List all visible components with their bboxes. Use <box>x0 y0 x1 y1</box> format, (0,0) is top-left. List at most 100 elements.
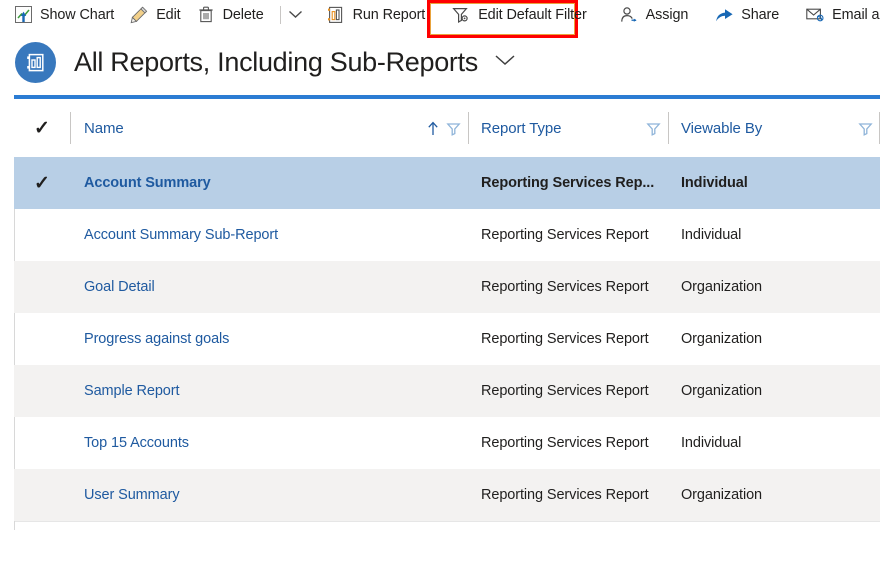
report-name-link[interactable]: Goal Detail <box>84 279 155 295</box>
report-name-link[interactable]: Progress against goals <box>84 331 229 347</box>
report-type-value: Reporting Services Report <box>481 227 649 243</box>
run-report-button[interactable]: Run Report <box>320 1 435 29</box>
table-row[interactable]: User Summary Reporting Services Report O… <box>14 469 880 521</box>
report-name-link[interactable]: Sample Report <box>84 383 179 399</box>
viewable-by-value: Organization <box>681 331 762 347</box>
grid-header-row: ✓ Name Report Type <box>14 99 880 157</box>
cell-name[interactable]: Sample Report <box>70 365 468 417</box>
report-name-link[interactable]: User Summary <box>84 487 179 503</box>
show-chart-button[interactable]: Show Chart <box>7 1 123 29</box>
report-name-link[interactable]: Account Summary <box>84 175 211 191</box>
column-header-name[interactable]: Name <box>70 99 468 157</box>
filter-icon[interactable] <box>446 121 461 136</box>
cell-name[interactable]: Account Summary Sub-Report <box>70 209 468 261</box>
viewable-by-value: Organization <box>681 383 762 399</box>
cell-report-type: Reporting Services Rep... <box>468 157 668 209</box>
filter-icon[interactable] <box>858 121 873 136</box>
cell-name[interactable]: Progress against goals <box>70 313 468 365</box>
report-type-value: Reporting Services Report <box>481 435 649 451</box>
column-header-name-label: Name <box>84 120 124 137</box>
cell-report-type: Reporting Services Report <box>468 417 668 469</box>
table-row[interactable]: Top 15 Accounts Reporting Services Repor… <box>14 417 880 469</box>
cell-viewable-by: Organization <box>668 313 880 365</box>
cell-report-type: Reporting Services Report <box>468 469 668 521</box>
table-row[interactable]: Progress against goals Reporting Service… <box>14 313 880 365</box>
viewable-by-value: Organization <box>681 279 762 295</box>
report-type-value: Reporting Services Report <box>481 383 649 399</box>
row-checkbox[interactable]: ✓ <box>14 157 70 209</box>
report-icon <box>326 5 346 25</box>
report-badge-icon <box>15 42 56 83</box>
assign-button[interactable]: Assign <box>613 1 698 29</box>
email-a-link-label: Email a Link <box>832 7 880 22</box>
row-checkbox[interactable] <box>14 365 70 417</box>
envelope-icon <box>805 5 825 25</box>
delete-label: Delete <box>223 7 264 22</box>
share-icon <box>714 5 734 25</box>
cell-viewable-by: Individual <box>668 209 880 261</box>
table-row[interactable]: ✓ Account Summary Reporting Services Rep… <box>14 157 880 209</box>
column-header-report-type-label: Report Type <box>481 120 561 137</box>
cell-name[interactable]: Goal Detail <box>70 261 468 313</box>
person-assign-icon <box>619 5 639 25</box>
filter-icon[interactable] <box>646 121 661 136</box>
command-divider <box>280 6 281 24</box>
edit-button[interactable]: Edit <box>123 1 189 29</box>
arrow-up-icon[interactable] <box>427 120 439 137</box>
table-row[interactable]: Sample Report Reporting Services Report … <box>14 365 880 417</box>
cell-viewable-by: Individual <box>668 157 880 209</box>
cell-viewable-by: Organization <box>668 365 880 417</box>
cell-name[interactable]: User Summary <box>70 469 468 521</box>
viewable-by-value: Organization <box>681 487 762 503</box>
report-name-link[interactable]: Top 15 Accounts <box>84 435 189 451</box>
funnel-gear-icon <box>451 5 471 25</box>
viewable-by-value: Individual <box>681 435 741 451</box>
command-bar: Show Chart Edit Delete <box>0 0 880 29</box>
cell-name[interactable]: Top 15 Accounts <box>70 417 468 469</box>
reports-grid: ✓ Name Report Type <box>14 95 880 530</box>
edit-default-filter-button[interactable]: Edit Default Filter <box>445 1 595 29</box>
page-title-row: All Reports, Including Sub-Reports <box>0 29 880 95</box>
table-row-partial[interactable] <box>14 521 880 530</box>
email-a-link-button[interactable]: Email a Link <box>799 1 880 29</box>
cell-viewable-by: Individual <box>668 417 880 469</box>
row-checkbox[interactable] <box>14 469 70 521</box>
share-label: Share <box>741 7 779 22</box>
table-row[interactable]: Account Summary Sub-Report Reporting Ser… <box>14 209 880 261</box>
column-header-report-type[interactable]: Report Type <box>468 99 668 157</box>
cell-report-type: Reporting Services Report <box>468 313 668 365</box>
assign-label: Assign <box>646 7 689 22</box>
share-button[interactable]: Share <box>708 1 788 29</box>
row-checkbox[interactable] <box>14 417 70 469</box>
overflow-menu-button[interactable] <box>288 1 303 29</box>
report-type-value: Reporting Services Rep... <box>481 175 654 191</box>
checkmark-icon: ✓ <box>34 174 50 193</box>
table-row[interactable]: Goal Detail Reporting Services Report Or… <box>14 261 880 313</box>
edit-label: Edit <box>156 7 180 22</box>
column-header-viewable-by-label: Viewable By <box>681 120 762 137</box>
cell-report-type: Reporting Services Report <box>468 209 668 261</box>
select-all-checkbox[interactable]: ✓ <box>14 99 70 157</box>
show-chart-label: Show Chart <box>40 7 114 22</box>
viewable-by-value: Individual <box>681 175 748 191</box>
edit-default-filter-label: Edit Default Filter <box>478 7 586 22</box>
cell-report-type: Reporting Services Report <box>468 365 668 417</box>
view-selector-button[interactable] <box>494 53 516 71</box>
cell-name[interactable]: Account Summary <box>70 157 468 209</box>
chart-icon <box>13 5 33 25</box>
cell-viewable-by: Organization <box>668 261 880 313</box>
row-checkbox[interactable] <box>14 313 70 365</box>
trash-icon <box>196 5 216 25</box>
delete-button[interactable]: Delete <box>190 1 273 29</box>
report-name-link[interactable]: Account Summary Sub-Report <box>84 227 278 243</box>
page-title: All Reports, Including Sub-Reports <box>74 47 478 78</box>
row-checkbox[interactable] <box>14 261 70 313</box>
run-report-label: Run Report <box>353 7 426 22</box>
row-checkbox[interactable] <box>14 209 70 261</box>
report-type-value: Reporting Services Report <box>481 279 649 295</box>
pencil-icon <box>129 5 149 25</box>
cell-report-type: Reporting Services Report <box>468 261 668 313</box>
checkmark-icon: ✓ <box>34 119 50 138</box>
column-header-viewable-by[interactable]: Viewable By <box>668 99 880 157</box>
chevron-down-icon <box>288 6 303 24</box>
